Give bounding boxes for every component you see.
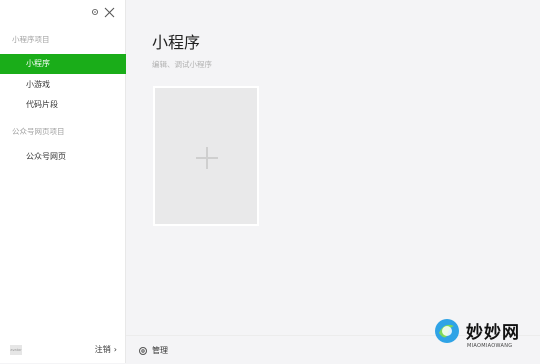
plus-icon bbox=[196, 147, 218, 169]
manage-button[interactable]: 管理 bbox=[138, 345, 168, 356]
add-project-card[interactable] bbox=[153, 86, 259, 226]
close-icon[interactable] bbox=[104, 7, 115, 18]
gear-icon[interactable] bbox=[91, 8, 99, 16]
logout-button[interactable]: 注销 › bbox=[95, 344, 117, 355]
sidebar-item-miniprogram[interactable]: 小程序 bbox=[0, 54, 126, 74]
page-subtitle: 编辑、调试小程序 bbox=[152, 60, 212, 69]
group-title-miniprogram: 小程序项目 bbox=[12, 35, 50, 44]
sidebar: 小程序项目 小程序 小游戏 代码片段 公众号网页项目 公众号网页 avatar … bbox=[0, 0, 126, 363]
logout-label: 注销 bbox=[94, 345, 111, 354]
watermark: 妙妙网 MIAOMIAOWANG bbox=[434, 318, 540, 363]
watermark-brand: 妙妙网 bbox=[466, 323, 520, 343]
window-controls bbox=[91, 5, 115, 19]
chevron-right-icon: › bbox=[113, 345, 117, 354]
sidebar-item-code-snippet[interactable]: 代码片段 bbox=[0, 95, 126, 115]
sidebar-item-official-account-webpage[interactable]: 公众号网页 bbox=[0, 147, 126, 167]
gear-icon bbox=[139, 346, 147, 355]
page-title: 小程序 bbox=[152, 33, 201, 52]
avatar[interactable]: avatar bbox=[10, 345, 22, 355]
manage-label: 管理 bbox=[152, 346, 168, 355]
group-title-official-account: 公众号网页项目 bbox=[12, 127, 65, 136]
watermark-sub: MIAOMIAOWANG bbox=[467, 343, 513, 349]
brand-logo-icon bbox=[435, 319, 459, 343]
main-panel: 小程序 编辑、调试小程序 管理 bbox=[126, 0, 540, 364]
sidebar-item-minigame[interactable]: 小游戏 bbox=[0, 75, 126, 95]
